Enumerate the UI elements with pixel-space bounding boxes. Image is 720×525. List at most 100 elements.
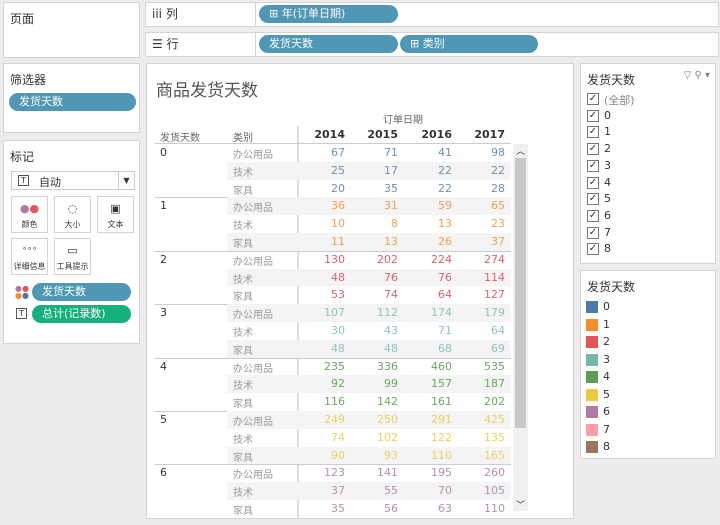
table-cell[interactable]: 127: [484, 288, 505, 301]
table-cell[interactable]: 123: [324, 466, 345, 479]
table-cell[interactable]: 116: [324, 395, 345, 408]
checkbox-checked-icon[interactable]: ✓: [587, 93, 599, 105]
table-cell[interactable]: 48: [331, 271, 345, 284]
table-cell[interactable]: 31: [384, 199, 398, 212]
table-cell[interactable]: 235: [324, 360, 345, 373]
table-cell[interactable]: 99: [384, 377, 398, 390]
table-cell[interactable]: 157: [431, 377, 452, 390]
columns-pill-year[interactable]: ⊞ 年(订单日期): [259, 5, 398, 23]
table-cell[interactable]: 260: [484, 466, 505, 479]
table-cell[interactable]: 110: [431, 449, 452, 462]
filter-pill[interactable]: 发货天数: [9, 93, 136, 111]
table-cell[interactable]: 71: [384, 146, 398, 159]
table-cell[interactable]: 43: [384, 324, 398, 337]
scrollbar[interactable]: ︿ ﹀: [513, 144, 528, 511]
table-cell[interactable]: 26: [438, 235, 452, 248]
detail-button[interactable]: ∘∘∘ 详细信息: [11, 238, 48, 275]
table-cell[interactable]: 17: [384, 164, 398, 177]
table-cell[interactable]: 70: [438, 484, 452, 497]
table-cell[interactable]: 179: [484, 306, 505, 319]
table-cell[interactable]: 165: [484, 449, 505, 462]
table-cell[interactable]: 224: [431, 253, 452, 266]
table-cell[interactable]: 10: [331, 217, 345, 230]
table-cell[interactable]: 535: [484, 360, 505, 373]
table-cell[interactable]: 135: [484, 431, 505, 444]
table-cell[interactable]: 11: [331, 235, 345, 248]
table-cell[interactable]: 13: [384, 235, 398, 248]
table-cell[interactable]: 63: [438, 502, 452, 515]
size-button[interactable]: ◌ 大小: [54, 196, 91, 233]
columns-shelf[interactable]: iii 列 ⊞ 年(订单日期): [145, 2, 719, 27]
table-cell[interactable]: 13: [438, 217, 452, 230]
table-cell[interactable]: 48: [331, 342, 345, 355]
table-cell[interactable]: 122: [431, 431, 452, 444]
table-cell[interactable]: 107: [324, 306, 345, 319]
table-cell[interactable]: 130: [324, 253, 345, 266]
table-cell[interactable]: 22: [491, 164, 505, 177]
checkbox-checked-icon[interactable]: ✓: [587, 159, 599, 172]
table-cell[interactable]: 35: [384, 182, 398, 195]
table-cell[interactable]: 274: [484, 253, 505, 266]
table-cell[interactable]: 114: [484, 271, 505, 284]
mark-type-dropdown[interactable]: T 自动 ▼: [11, 171, 135, 190]
table-cell[interactable]: 187: [484, 377, 505, 390]
scroll-down-icon[interactable]: ﹀: [516, 498, 525, 511]
table-cell[interactable]: 161: [431, 395, 452, 408]
scrollbar-thumb[interactable]: [515, 158, 526, 428]
table-cell[interactable]: 41: [438, 146, 452, 159]
table-cell[interactable]: 56: [384, 502, 398, 515]
table-cell[interactable]: 22: [438, 164, 452, 177]
table-cell[interactable]: 141: [377, 466, 398, 479]
table-cell[interactable]: 74: [384, 288, 398, 301]
checkbox-checked-icon[interactable]: ✓: [587, 243, 599, 256]
table-cell[interactable]: 35: [331, 502, 345, 515]
text-button[interactable]: ▣ 文本: [97, 196, 134, 233]
table-cell[interactable]: 55: [384, 484, 398, 497]
table-cell[interactable]: 28: [491, 182, 505, 195]
table-cell[interactable]: 65: [491, 199, 505, 212]
table-cell[interactable]: 37: [491, 235, 505, 248]
text-pill[interactable]: 总计(记录数): [32, 305, 131, 323]
table-cell[interactable]: 105: [484, 484, 505, 497]
table-cell[interactable]: 36: [331, 199, 345, 212]
table-cell[interactable]: 425: [484, 413, 505, 426]
table-cell[interactable]: 71: [438, 324, 452, 337]
checkbox-checked-icon[interactable]: ✓: [587, 193, 599, 206]
table-cell[interactable]: 64: [491, 324, 505, 337]
table-cell[interactable]: 74: [331, 431, 345, 444]
table-cell[interactable]: 20: [331, 182, 345, 195]
table-cell[interactable]: 174: [431, 306, 452, 319]
table-cell[interactable]: 202: [377, 253, 398, 266]
table-cell[interactable]: 90: [331, 449, 345, 462]
table-cell[interactable]: 92: [331, 377, 345, 390]
checkbox-checked-icon[interactable]: ✓: [587, 126, 599, 139]
table-cell[interactable]: 68: [438, 342, 452, 355]
table-cell[interactable]: 93: [384, 449, 398, 462]
table-cell[interactable]: 23: [491, 217, 505, 230]
table-cell[interactable]: 336: [377, 360, 398, 373]
table-cell[interactable]: 48: [384, 342, 398, 355]
scroll-up-icon[interactable]: ︿: [516, 144, 525, 157]
table-cell[interactable]: 202: [484, 395, 505, 408]
filter-card-icons[interactable]: ▽ ⚲ ▾: [684, 70, 710, 81]
color-button[interactable]: ●● 颜色: [11, 196, 48, 233]
table-cell[interactable]: 22: [438, 182, 452, 195]
table-cell[interactable]: 291: [431, 413, 452, 426]
table-cell[interactable]: 8: [391, 217, 398, 230]
table-cell[interactable]: 142: [377, 395, 398, 408]
table-cell[interactable]: 59: [438, 199, 452, 212]
table-cell[interactable]: 53: [331, 288, 345, 301]
table-cell[interactable]: 102: [377, 431, 398, 444]
table-cell[interactable]: 98: [491, 146, 505, 159]
checkbox-checked-icon[interactable]: ✓: [587, 226, 599, 239]
table-cell[interactable]: 37: [331, 484, 345, 497]
color-pill[interactable]: 发货天数: [32, 283, 131, 301]
rows-pill-days[interactable]: 发货天数: [259, 35, 398, 53]
tooltip-button[interactable]: ▭ 工具提示: [54, 238, 91, 275]
checkbox-checked-icon[interactable]: ✓: [587, 143, 599, 156]
rows-pill-category[interactable]: ⊞ 类别: [400, 35, 538, 53]
table-cell[interactable]: 25: [331, 164, 345, 177]
table-cell[interactable]: 249: [324, 413, 345, 426]
table-cell[interactable]: 67: [331, 146, 345, 159]
table-cell[interactable]: 64: [438, 288, 452, 301]
